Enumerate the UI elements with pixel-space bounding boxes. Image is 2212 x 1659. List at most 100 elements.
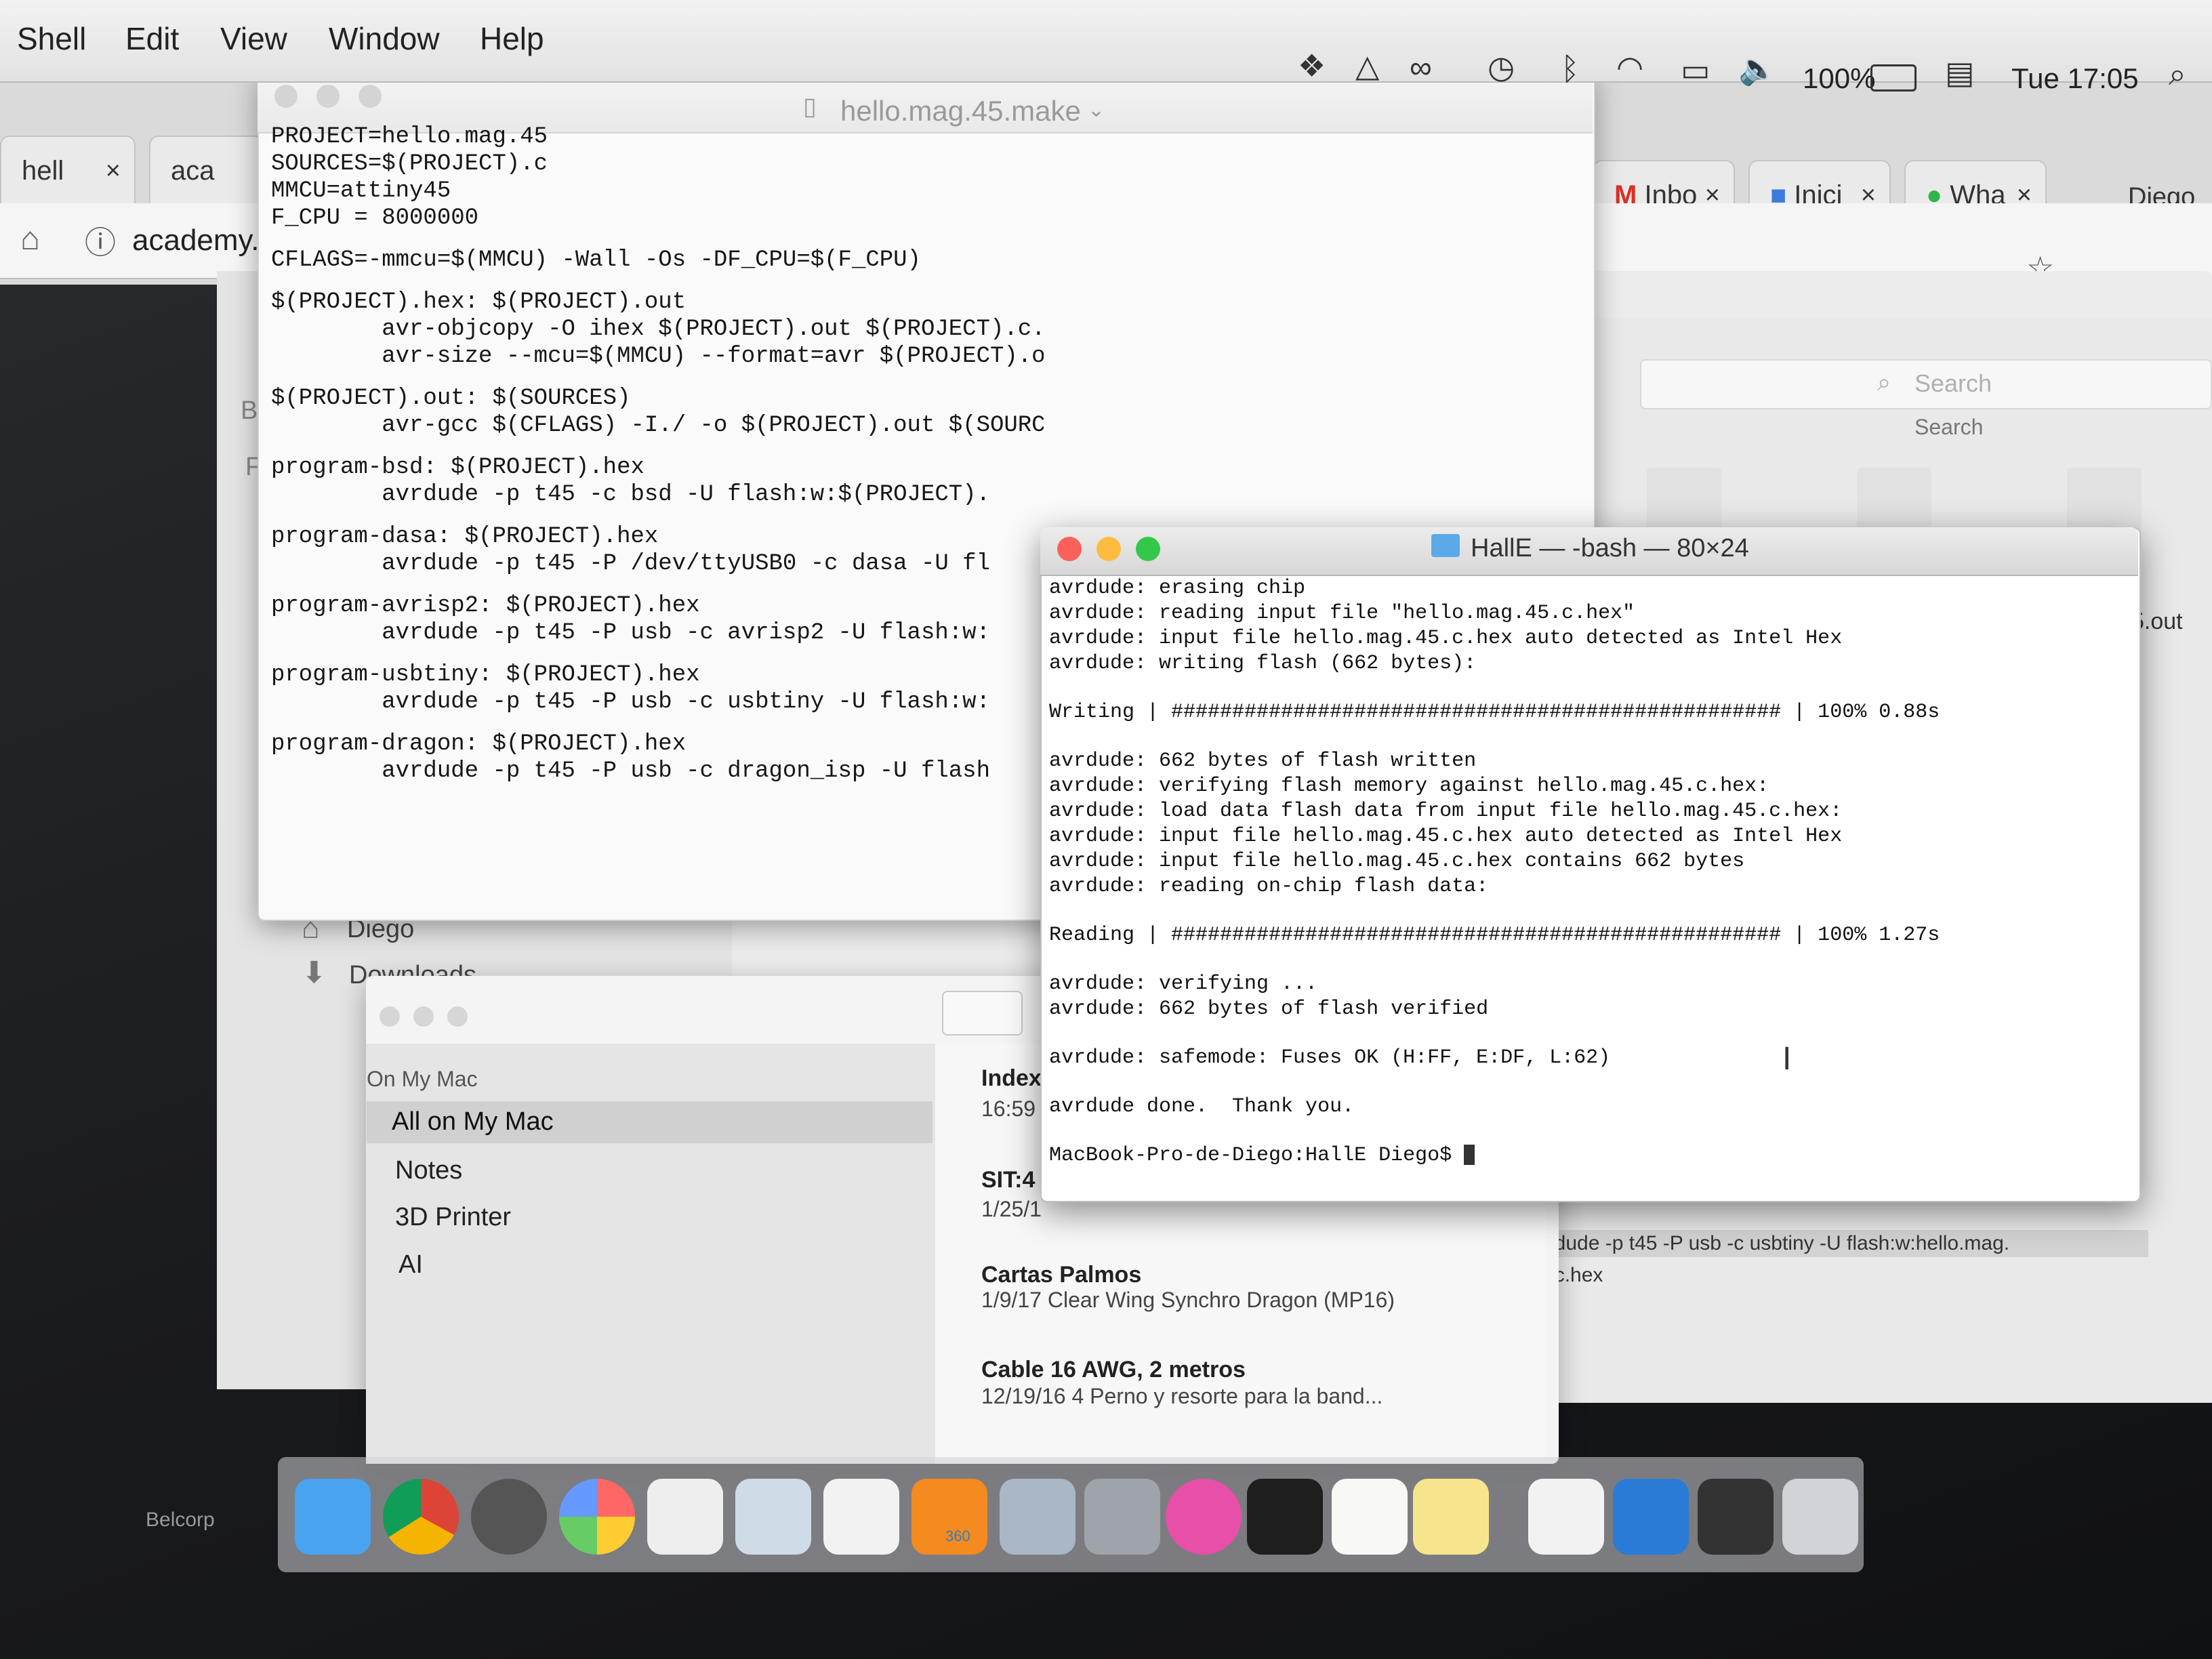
tab-label: hell	[22, 156, 64, 186]
minimize-button[interactable]	[316, 85, 340, 108]
text-cursor-icon: I	[1782, 1041, 1792, 1077]
system-preferences-icon[interactable]	[471, 1479, 547, 1555]
notes-icon[interactable]	[1413, 1479, 1489, 1555]
time-machine-icon[interactable]: ◷	[1488, 49, 1515, 85]
airplay-icon[interactable]: ▭	[1681, 52, 1710, 88]
terminal-line: MacBook-Pro-de-Diego:HallE Diego$	[1049, 1143, 2130, 1168]
terminal-output[interactable]: avrdude: erasing chip avrdude: reading in…	[1049, 576, 2130, 1196]
folder-ai[interactable]: AI	[398, 1250, 423, 1279]
google-drive-icon[interactable]: △	[1355, 47, 1379, 84]
terminal-line: avrdude: verifying flash memory against …	[1049, 775, 1769, 798]
folder-3d-printer[interactable]: 3D Printer	[395, 1203, 511, 1232]
code-line: avrdude -p t45 -P /dev/ttyUSB0 -c dasa -…	[271, 551, 990, 577]
terminal-line: avrdude: erasing chip	[1049, 577, 1306, 600]
note-title[interactable]: Cable 16 AWG, 2 metros	[981, 1357, 1246, 1383]
preview-icon[interactable]	[735, 1479, 811, 1555]
terminal-icon[interactable]	[1247, 1479, 1323, 1555]
menu-view[interactable]: View	[220, 20, 287, 57]
chrome-icon[interactable]	[383, 1479, 459, 1555]
note-title[interactable]: Index	[981, 1065, 1042, 1092]
creative-cloud-icon[interactable]: ∞	[1410, 49, 1432, 85]
menu-window[interactable]: Window	[329, 20, 440, 57]
dropbox-icon[interactable]: ❖	[1298, 47, 1326, 84]
code-line: F_CPU = 8000000	[271, 205, 479, 231]
note-subtitle: 12/19/16 4 Perno y resorte para la band.…	[981, 1384, 1383, 1408]
code-line: program-usbtiny: $(PROJECT).hex	[271, 662, 700, 688]
code-line: avr-gcc $(CFLAGS) -I./ -o $(PROJECT).out…	[271, 413, 1044, 438]
terminal-line: avrdude: load data flash data from input…	[1049, 800, 1843, 823]
chevron-down-icon[interactable]: ⌄	[1088, 98, 1105, 122]
home-icon[interactable]: ⌂	[20, 220, 40, 258]
notes-section-label: On My Mac	[367, 1067, 478, 1091]
pdf-icon[interactable]	[1528, 1479, 1604, 1555]
terminal-line: avrdude: safemode: Fuses OK (H:FF, E:DF,…	[1049, 1046, 1611, 1069]
sketchup-icon[interactable]	[1613, 1479, 1689, 1555]
textedit-icon[interactable]	[1332, 1479, 1408, 1555]
volume-icon[interactable]: 🔈	[1738, 50, 1777, 87]
folder-icon	[1431, 534, 1460, 557]
terminal-line: avrdude: verifying ...	[1049, 972, 1318, 996]
folder-all-on-my-mac[interactable]: All on My Mac	[392, 1107, 554, 1136]
screen-icon[interactable]	[1698, 1479, 1774, 1555]
browser-tab[interactable]: aca	[149, 136, 264, 203]
code-line: SOURCES=$(PROJECT).c	[271, 151, 548, 177]
note-subtitle: 16:59	[981, 1097, 1036, 1121]
browser-tab[interactable]: hell ×	[0, 136, 136, 203]
photos-icon[interactable]	[559, 1479, 635, 1555]
battery-icon[interactable]	[1870, 64, 1917, 91]
zoom-button[interactable]	[1136, 537, 1160, 561]
flag-icon[interactable]: ▤	[1945, 54, 1974, 91]
note-title[interactable]: SIT:4	[981, 1167, 1035, 1193]
disk-utility-icon[interactable]	[1084, 1479, 1160, 1555]
image-capture-icon[interactable]	[1000, 1479, 1076, 1555]
terminal-line: avrdude: input file hello.mag.45.c.hex a…	[1049, 627, 1843, 650]
trash-icon[interactable]	[1782, 1479, 1858, 1555]
terminal-line: avrdude done. Thank you.	[1049, 1095, 1355, 1118]
close-tab-icon[interactable]: ×	[106, 137, 121, 205]
info-icon[interactable]: ⓘ	[85, 218, 116, 263]
close-button[interactable]	[274, 85, 298, 108]
clock[interactable]: Tue 17:05	[2011, 62, 2139, 95]
bluetooth-icon[interactable]: ᛒ	[1561, 50, 1580, 87]
wifi-icon[interactable]: ◠	[1616, 49, 1643, 85]
address-text[interactable]: academy.	[132, 224, 260, 258]
zoom-button[interactable]	[359, 85, 382, 108]
code-line: program-dasa: $(PROJECT).hex	[271, 524, 659, 550]
close-button[interactable]	[1057, 537, 1082, 561]
code-line: CFLAGS=-mmcu=$(MMCU) -Wall -Os -DF_CPU=$…	[271, 247, 921, 273]
sidebar-toggle-icon[interactable]	[942, 991, 1023, 1036]
battery-percent: 100%	[1803, 62, 1876, 94]
minimize-button[interactable]	[1097, 537, 1121, 561]
itunes-icon[interactable]	[1166, 1479, 1242, 1555]
close-button[interactable]	[380, 1006, 400, 1027]
terminal-title: HallE — -bash — 80×24	[1471, 534, 1749, 562]
unity-icon[interactable]	[647, 1479, 723, 1555]
app-icon[interactable]	[823, 1479, 899, 1555]
minimize-button[interactable]	[413, 1006, 434, 1027]
terminal-line: Reading | ##############################…	[1049, 924, 1940, 947]
fusion-360-label: 360	[945, 1528, 970, 1544]
menu-edit[interactable]: Edit	[125, 20, 179, 57]
menu-shell[interactable]: Shell	[17, 20, 86, 57]
menu-help[interactable]: Help	[480, 20, 544, 57]
downloads-icon: ⬇	[302, 956, 327, 989]
note-title[interactable]: Cartas Palmos	[981, 1262, 1141, 1288]
folder-notes[interactable]: Notes	[395, 1156, 462, 1185]
code-line: avrdude -p t45 -P usb -c avrisp2 -U flas…	[271, 620, 990, 646]
spotlight-icon[interactable]: ⌕	[2169, 56, 2186, 94]
finder-icon[interactable]	[295, 1479, 371, 1555]
terminal-line: avrdude: input file hello.mag.45.c.hex c…	[1049, 850, 1745, 873]
zoom-button[interactable]	[447, 1006, 468, 1027]
note-subtitle: 1/25/1	[981, 1197, 1042, 1221]
tab-label: aca	[171, 156, 215, 186]
code-line: program-avrisp2: $(PROJECT).hex	[271, 593, 700, 619]
code-line: PROJECT=hello.mag.45	[271, 124, 548, 150]
code-area[interactable]: PROJECT=hello.mag.45 SOURCES=$(PROJECT).c…	[271, 123, 1044, 909]
terminal-line: avrdude: writing flash (662 bytes):	[1049, 652, 1477, 675]
